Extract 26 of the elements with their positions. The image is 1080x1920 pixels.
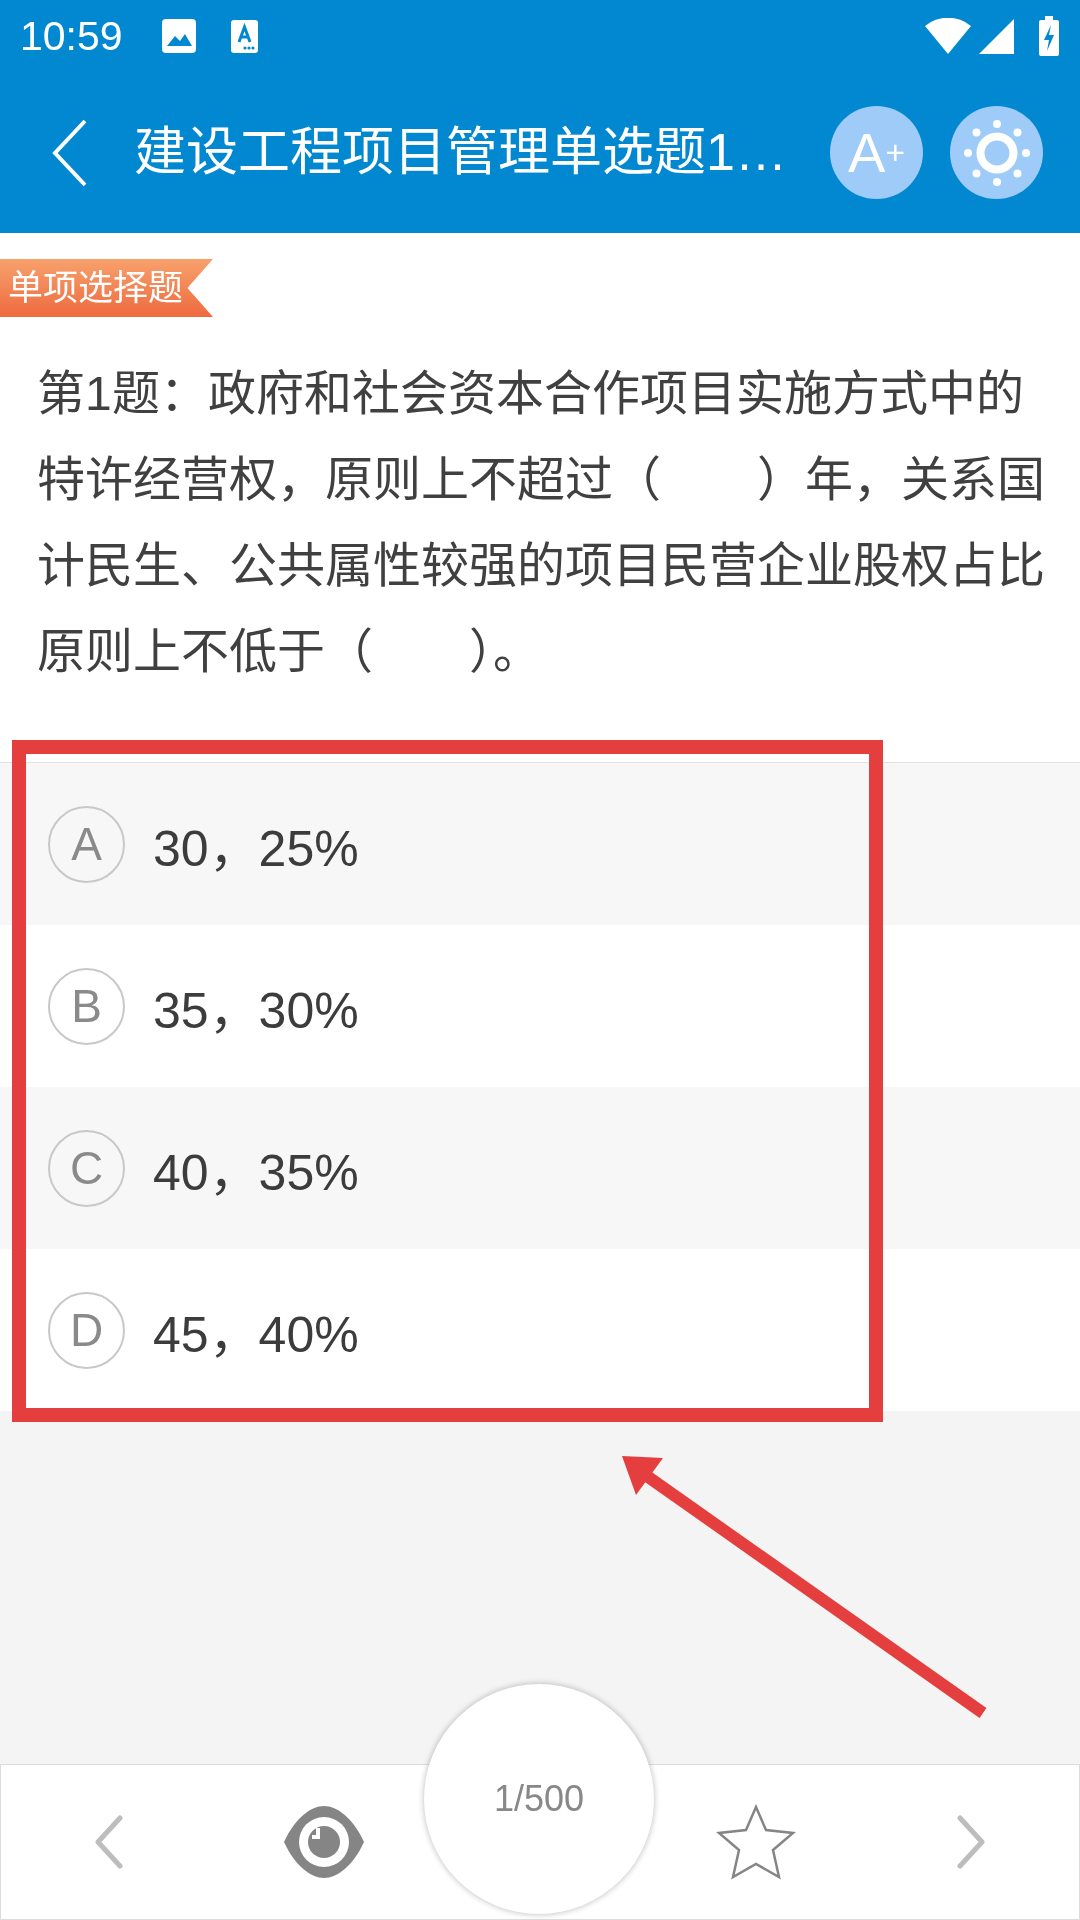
letter-a-icon (230, 19, 258, 53)
image-icon (161, 19, 196, 53)
eye-icon[interactable] (283, 1806, 366, 1878)
question-type-tag: 单项选择题 (0, 259, 213, 317)
option-letter: A (48, 805, 125, 883)
next-icon[interactable] (956, 1815, 987, 1869)
battery-charging-icon (1039, 16, 1059, 56)
option-text: 45，40% (153, 1306, 359, 1365)
option-text: 40，35% (153, 1144, 359, 1203)
option-letter: C (48, 1129, 125, 1207)
option-letter: D (48, 1291, 125, 1369)
previous-icon[interactable] (93, 1815, 124, 1869)
wifi-icon (925, 18, 971, 54)
page-title: 建设工程项目管理单选题1… (134, 122, 788, 184)
sun-icon (963, 119, 1030, 186)
answer-option[interactable]: D 45，40% (0, 1249, 1080, 1411)
signal-icon (979, 18, 1014, 54)
question-text: 第1题：政府和社会资本合作项目实施方式中的特许经营权，原则上不超过（ ）年，关系国计民生、公共属性较强的项目民营企业股权占比原则上不低于（ ）。 (36, 366, 1046, 680)
answer-option[interactable]: B 35，30% (0, 925, 1080, 1087)
option-letter: B (48, 967, 125, 1045)
status-time: 10:59 (20, 15, 123, 57)
question-counter-button[interactable]: 1/500 (424, 1684, 654, 1914)
option-text: 30，25% (153, 820, 359, 879)
back-icon[interactable] (52, 118, 88, 187)
option-text: 35，30% (153, 982, 359, 1041)
star-icon[interactable] (715, 1804, 796, 1880)
